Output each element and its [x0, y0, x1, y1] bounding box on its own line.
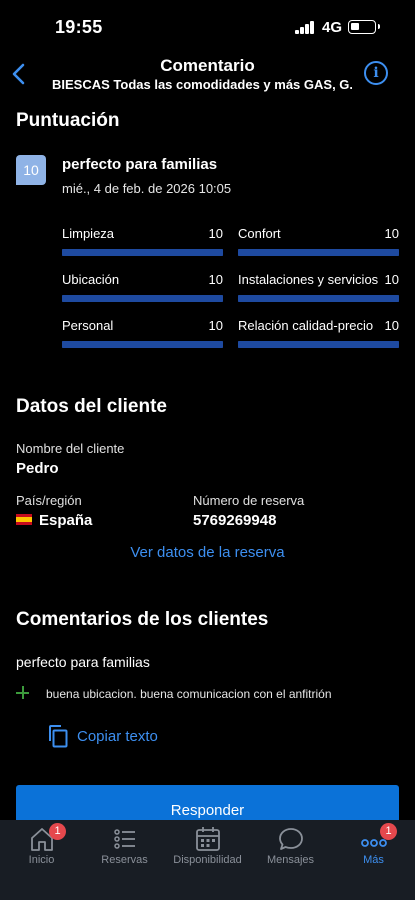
- tab-label: Disponibilidad: [173, 854, 242, 866]
- category-score: 10: [384, 226, 399, 241]
- network-type: 4G: [322, 19, 343, 36]
- client-name-label: Nombre del cliente: [16, 441, 125, 456]
- notification-badge: 1: [49, 823, 66, 840]
- country-label: País/región: [16, 493, 82, 508]
- category-score: 10: [208, 272, 223, 287]
- battery-icon: [348, 20, 380, 34]
- tab-disponibilidad[interactable]: Disponibilidad: [166, 820, 249, 876]
- info-button[interactable]: i: [364, 61, 388, 85]
- property-name: BIESCAS Todas las comodidades y más GAS,…: [52, 77, 352, 92]
- category-bar: [62, 341, 223, 348]
- category-label: Ubicación: [62, 272, 120, 287]
- tab-label: Más: [363, 854, 384, 866]
- country-value: España: [39, 512, 93, 529]
- comments-section-title: Comentarios de los clientes: [16, 609, 269, 630]
- booking-number-label: Número de reserva: [193, 493, 305, 508]
- tab-mensajes[interactable]: Mensajes: [249, 820, 332, 876]
- tab-inicio[interactable]: 1 Inicio: [0, 820, 83, 876]
- category-label: Limpieza: [62, 226, 115, 241]
- copy-icon[interactable]: [47, 724, 69, 748]
- chevron-left-icon: [12, 63, 25, 85]
- category-label: Relación calidad-precio: [238, 318, 374, 333]
- info-icon: i: [373, 65, 379, 81]
- category-calidad-precio: Relación calidad-precio 10: [238, 318, 399, 348]
- spain-flag-icon: [16, 514, 32, 525]
- tab-label: Mensajes: [266, 854, 315, 866]
- category-bar: [62, 249, 223, 256]
- tab-reservas[interactable]: Reservas: [83, 820, 166, 876]
- client-name: Pedro: [16, 460, 59, 477]
- rating-section-title: Puntuación: [16, 110, 120, 131]
- category-score: 10: [384, 272, 399, 287]
- status-bar: 19:55 4G: [0, 0, 415, 50]
- plus-icon: [16, 686, 29, 699]
- category-bar: [62, 295, 223, 302]
- category-instalaciones: Instalaciones y servicios 10: [238, 272, 399, 302]
- category-label: Confort: [238, 226, 281, 241]
- category-personal: Personal 10: [62, 318, 223, 348]
- category-limpieza: Limpieza 10: [62, 226, 223, 256]
- calendar-icon: [196, 827, 220, 851]
- category-score: 10: [208, 318, 223, 333]
- view-booking-link[interactable]: Ver datos de la reserva: [0, 544, 415, 561]
- tab-label: Inicio: [28, 854, 55, 866]
- tab-label: Reservas: [101, 854, 148, 866]
- category-bar: [238, 295, 399, 302]
- category-label: Personal: [62, 318, 114, 333]
- notification-badge: 1: [380, 823, 397, 840]
- back-button[interactable]: [8, 60, 32, 88]
- score-badge: 10: [16, 155, 46, 185]
- category-score: 10: [208, 226, 223, 241]
- tab-bar: 1 Inicio Reservas Disponibilidad Mensaje…: [0, 820, 415, 900]
- positive-comment: buena ubicacion. buena comunicacion con …: [46, 687, 332, 701]
- status-time: 19:55: [55, 17, 103, 37]
- copy-text-button[interactable]: Copiar texto: [77, 728, 158, 745]
- tab-mas[interactable]: 1 Más: [332, 820, 415, 876]
- category-ubicacion: Ubicación 10: [62, 272, 223, 302]
- nav-header: Comentario BIESCAS Todas las comodidades…: [0, 50, 415, 100]
- booking-number: 5769269948: [193, 512, 277, 529]
- category-confort: Confort 10: [238, 226, 399, 256]
- review-date: mié., 4 de feb. de 2026 10:05: [62, 181, 232, 196]
- comment-title: perfecto para familias: [16, 654, 150, 670]
- category-bar: [238, 341, 399, 348]
- signal-icon: [295, 21, 316, 34]
- list-icon: [114, 829, 135, 849]
- review-title: perfecto para familias: [62, 156, 218, 173]
- client-section-title: Datos del cliente: [16, 396, 167, 417]
- category-label: Instalaciones y servicios: [238, 272, 379, 287]
- category-bar: [238, 249, 399, 256]
- category-score: 10: [384, 318, 399, 333]
- chat-bubble-icon: [279, 828, 303, 850]
- page-title: Comentario: [160, 56, 255, 75]
